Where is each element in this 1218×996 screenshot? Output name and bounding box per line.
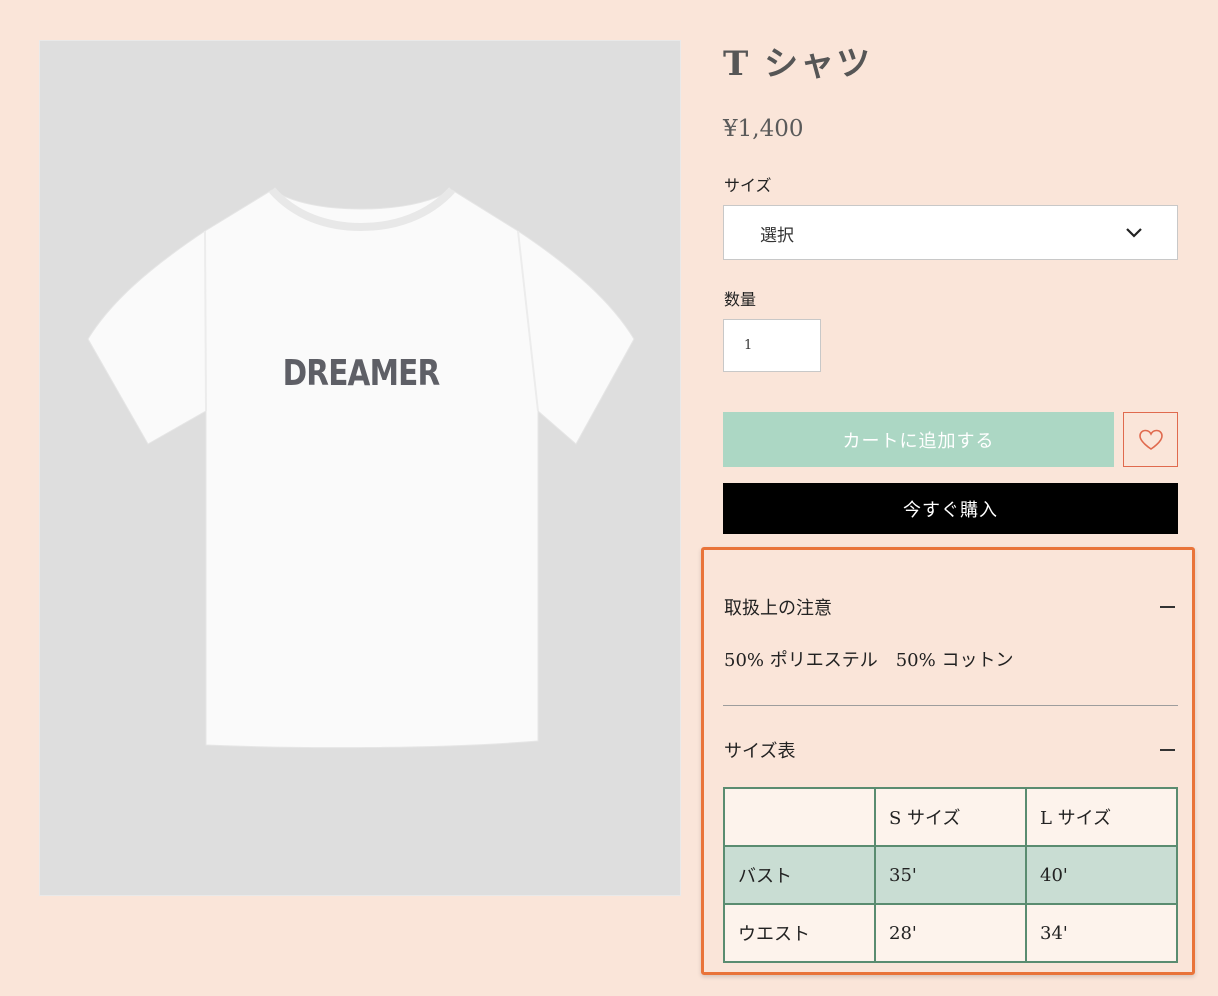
chevron-down-icon <box>1126 228 1142 238</box>
tshirt-print-text: DREAMER <box>282 353 441 394</box>
table-header-cell <box>723 787 876 847</box>
collapse-icon[interactable] <box>1160 606 1175 608</box>
buy-now-button[interactable]: 今すぐ購入 <box>723 483 1178 534</box>
table-header-cell: L サイズ <box>1025 787 1178 847</box>
table-header-cell: S サイズ <box>874 787 1027 847</box>
size-chart-table: S サイズ L サイズ バスト 35' 40' ウエスト 28' 34' <box>723 787 1178 963</box>
product-image[interactable]: DREAMER <box>39 40 681 896</box>
heart-icon <box>1139 429 1163 450</box>
section-divider <box>723 705 1178 706</box>
table-cell: バスト <box>723 845 876 905</box>
size-chart-title[interactable]: サイズ表 <box>724 737 795 763</box>
table-cell: 40' <box>1025 845 1178 905</box>
table-row: ウエスト 28' 34' <box>723 903 1178 963</box>
collapse-icon[interactable] <box>1160 749 1175 751</box>
table-cell: 34' <box>1025 903 1178 963</box>
table-cell: 35' <box>874 845 1027 905</box>
table-row: バスト 35' 40' <box>723 845 1178 905</box>
care-section-title[interactable]: 取扱上の注意 <box>724 594 832 620</box>
product-title: T シャツ <box>723 44 873 84</box>
size-select[interactable]: 選択 <box>723 205 1178 260</box>
quantity-input[interactable] <box>723 319 821 372</box>
size-select-value: 選択 <box>760 226 794 246</box>
quantity-label: 数量 <box>724 290 757 309</box>
table-cell: 28' <box>874 903 1027 963</box>
wishlist-button[interactable] <box>1123 412 1178 467</box>
tshirt-image <box>87 187 635 749</box>
table-header-row: S サイズ L サイズ <box>723 787 1178 847</box>
table-cell: ウエスト <box>723 903 876 963</box>
product-price: ¥1,400 <box>723 116 804 142</box>
size-label: サイズ <box>724 176 772 195</box>
add-to-cart-button[interactable]: カートに追加する <box>723 412 1114 467</box>
care-text: 50% ポリエステル 50% コットン <box>724 650 1014 671</box>
